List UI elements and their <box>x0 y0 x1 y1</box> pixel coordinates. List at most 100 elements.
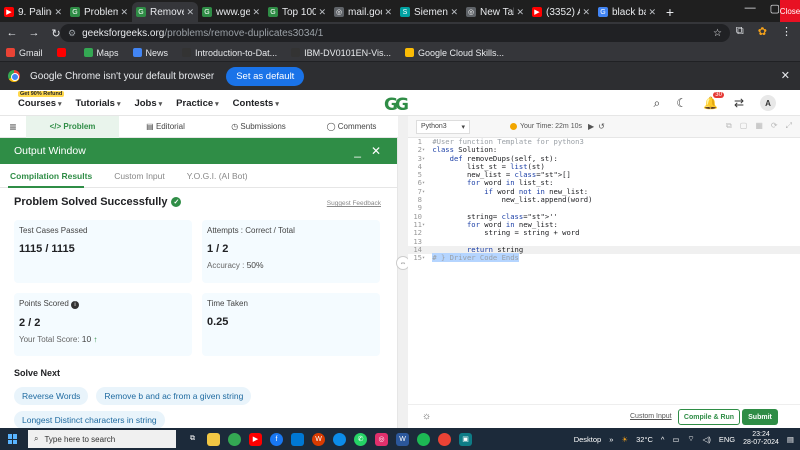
youtube-icon[interactable]: ▶ <box>249 432 262 446</box>
word-icon[interactable]: W <box>396 432 409 446</box>
notification-bell-icon[interactable]: 🔔 30 <box>703 92 724 110</box>
network-icon[interactable]: ⌔ <box>688 434 695 444</box>
refresh-icon[interactable]: ⟳ <box>771 121 778 131</box>
close-icon[interactable]: ✕ <box>120 7 128 18</box>
close-icon[interactable]: ✕ <box>450 7 458 18</box>
split-icon[interactable]: ▦ <box>755 121 763 131</box>
chrome-active-icon[interactable] <box>438 432 451 446</box>
minimize-icon[interactable]: _ <box>354 144 361 158</box>
desktop-label[interactable]: Desktop <box>574 435 602 444</box>
tab-comments[interactable]: ◯ Comments <box>305 122 398 131</box>
bookmark-item[interactable]: Introduction-to-Dat... <box>182 48 277 58</box>
url-input[interactable]: ⚙ geeksforgeeks.org/problems/remove-dupl… <box>60 24 730 42</box>
copy-icon[interactable]: ⧉ <box>726 121 732 131</box>
play-icon[interactable]: ▶ <box>588 122 594 131</box>
close-icon[interactable]: ✕ <box>582 7 590 18</box>
chip-reverse-words[interactable]: Reverse Words <box>14 387 89 405</box>
dark-mode-icon[interactable]: ☾ <box>676 96 687 110</box>
compile-run-button[interactable]: Compile & Run <box>678 409 740 425</box>
chevron-right-icon[interactable]: » <box>609 435 613 444</box>
instagram-icon[interactable]: ◎ <box>375 432 388 446</box>
browser-tab[interactable]: ▶ 9. Palindr✕ <box>0 2 66 22</box>
new-tab-button[interactable]: + <box>660 2 680 22</box>
browser-tab[interactable]: S Siemens C✕ <box>396 2 462 22</box>
browser-tab[interactable]: Gwww.geek✕ <box>198 2 264 22</box>
nav-menu-item[interactable]: Practice ▾ <box>176 98 219 109</box>
browser-tab[interactable]: ◎ mail.goog✕ <box>330 2 396 22</box>
back-icon[interactable]: ← <box>6 27 18 39</box>
close-icon[interactable]: ✕ <box>252 7 260 18</box>
bookmark-item[interactable]: IBM-DV0101EN-Vis... <box>291 48 391 58</box>
code-line[interactable]: 15 ▾ # } Driver Code Ends <box>408 253 800 263</box>
bookmark-item[interactable]: Gmail <box>6 48 43 58</box>
suggest-feedback-link[interactable]: Suggest Feedback <box>327 200 381 207</box>
tab-submissions[interactable]: ◷ Submissions <box>212 122 305 131</box>
menu-kebab-icon[interactable]: ⋮ <box>781 25 792 38</box>
site-info-icon[interactable]: ⚙ <box>68 28 76 39</box>
close-icon[interactable]: ✕ <box>318 7 326 18</box>
forward-icon[interactable]: → <box>28 27 40 39</box>
weather-temp[interactable]: 32°C <box>636 435 653 444</box>
edge-icon[interactable] <box>333 432 346 446</box>
file-explorer-icon[interactable] <box>207 432 220 446</box>
custom-input-link[interactable]: Custom Input <box>630 413 672 420</box>
battery-icon[interactable]: ▭ <box>672 435 679 444</box>
spotify-icon[interactable] <box>417 432 430 446</box>
maximize-icon[interactable]: ▢ <box>770 2 780 15</box>
window-close-button[interactable]: Close <box>780 0 800 22</box>
close-icon[interactable]: ✕ <box>186 7 194 18</box>
notifications-icon[interactable]: ▤ <box>787 435 794 444</box>
close-icon[interactable]: ✕ <box>648 7 656 18</box>
nav-menu-item[interactable]: Tutorials ▾ <box>76 98 121 109</box>
code-editor[interactable]: 1 #User function Template for python3 2 ▾ … <box>408 137 800 400</box>
tab-custom-input[interactable]: Custom Input <box>114 171 165 181</box>
hamburger-menu-icon[interactable]: ≡ <box>0 120 26 134</box>
bookmark-item[interactable]: Maps <box>83 48 119 58</box>
browser-tab[interactable]: Gblack back✕ <box>594 2 660 22</box>
close-icon[interactable]: ✕ <box>371 144 381 158</box>
bookmark-star-icon[interactable]: ☆ <box>713 28 722 39</box>
code-line[interactable]: 12 string = string + word <box>408 228 800 237</box>
nav-menu-item[interactable]: Contests ▾ <box>233 98 279 109</box>
submit-button[interactable]: Submit <box>742 409 778 425</box>
windows-start-icon[interactable] <box>8 434 18 444</box>
close-icon[interactable]: ✕ <box>516 7 524 18</box>
code-line[interactable]: 8 new_list.append(word) <box>408 195 800 204</box>
bookmark-item[interactable]: News <box>132 48 168 58</box>
whatsapp-icon[interactable]: ✆ <box>354 432 367 446</box>
browser-tab[interactable]: G Remove D✕ <box>132 2 198 22</box>
reset-icon[interactable]: ↺ <box>598 122 605 131</box>
nav-menu-item[interactable]: Courses ▾ <box>18 98 62 109</box>
chrome-taskbar-icon[interactable] <box>228 432 241 446</box>
search-icon[interactable]: ⌕ <box>653 96 660 111</box>
gfg-logo[interactable]: GG <box>384 95 409 115</box>
language-indicator[interactable]: ENG <box>719 435 735 444</box>
task-view-icon[interactable]: ⧉ <box>186 433 199 446</box>
microsoft-store-icon[interactable] <box>291 432 304 446</box>
tray-overflow-icon[interactable]: ^ <box>661 435 665 444</box>
chip-remove-b-ac[interactable]: Remove b and ac from a given string <box>96 387 252 405</box>
tab-problem[interactable]: </> Problem <box>26 122 119 131</box>
fullscreen-icon[interactable]: ⤢ <box>786 121 792 131</box>
set-default-button[interactable]: Set as default <box>226 66 305 86</box>
tab-editorial[interactable]: ▤ Editorial <box>119 122 212 131</box>
browser-tab[interactable]: G Problem o✕ <box>66 2 132 22</box>
tab-compilation-results[interactable]: Compilation Results <box>10 171 92 181</box>
minimize-icon[interactable]: — <box>745 2 756 15</box>
taskbar-clock[interactable]: 23:24 28-07-2024 <box>743 431 779 447</box>
close-icon[interactable]: ✕ <box>384 7 392 18</box>
profile-icon[interactable]: ✿ <box>758 25 767 38</box>
browser-tab[interactable]: ▶ (3352) Ad✕ <box>528 2 594 22</box>
panel-divider[interactable]: ⇔ <box>396 116 410 428</box>
bookmark-item[interactable]: Google Cloud Skills... <box>404 48 504 58</box>
file-icon[interactable]: ▢ <box>740 121 748 131</box>
facebook-icon[interactable]: f <box>270 432 283 446</box>
office-icon[interactable]: W <box>312 432 325 446</box>
close-icon[interactable]: ✕ <box>54 7 62 18</box>
browser-tab[interactable]: G Top 100 Li✕ <box>264 2 330 22</box>
chip-longest-distinct[interactable]: Longest Distinct characters in string <box>14 411 165 428</box>
info-icon[interactable]: i <box>71 301 80 309</box>
language-select[interactable]: Python3 ▾ <box>416 119 470 134</box>
bookmark-item[interactable] <box>56 48 70 57</box>
close-icon[interactable]: ✕ <box>781 69 790 82</box>
